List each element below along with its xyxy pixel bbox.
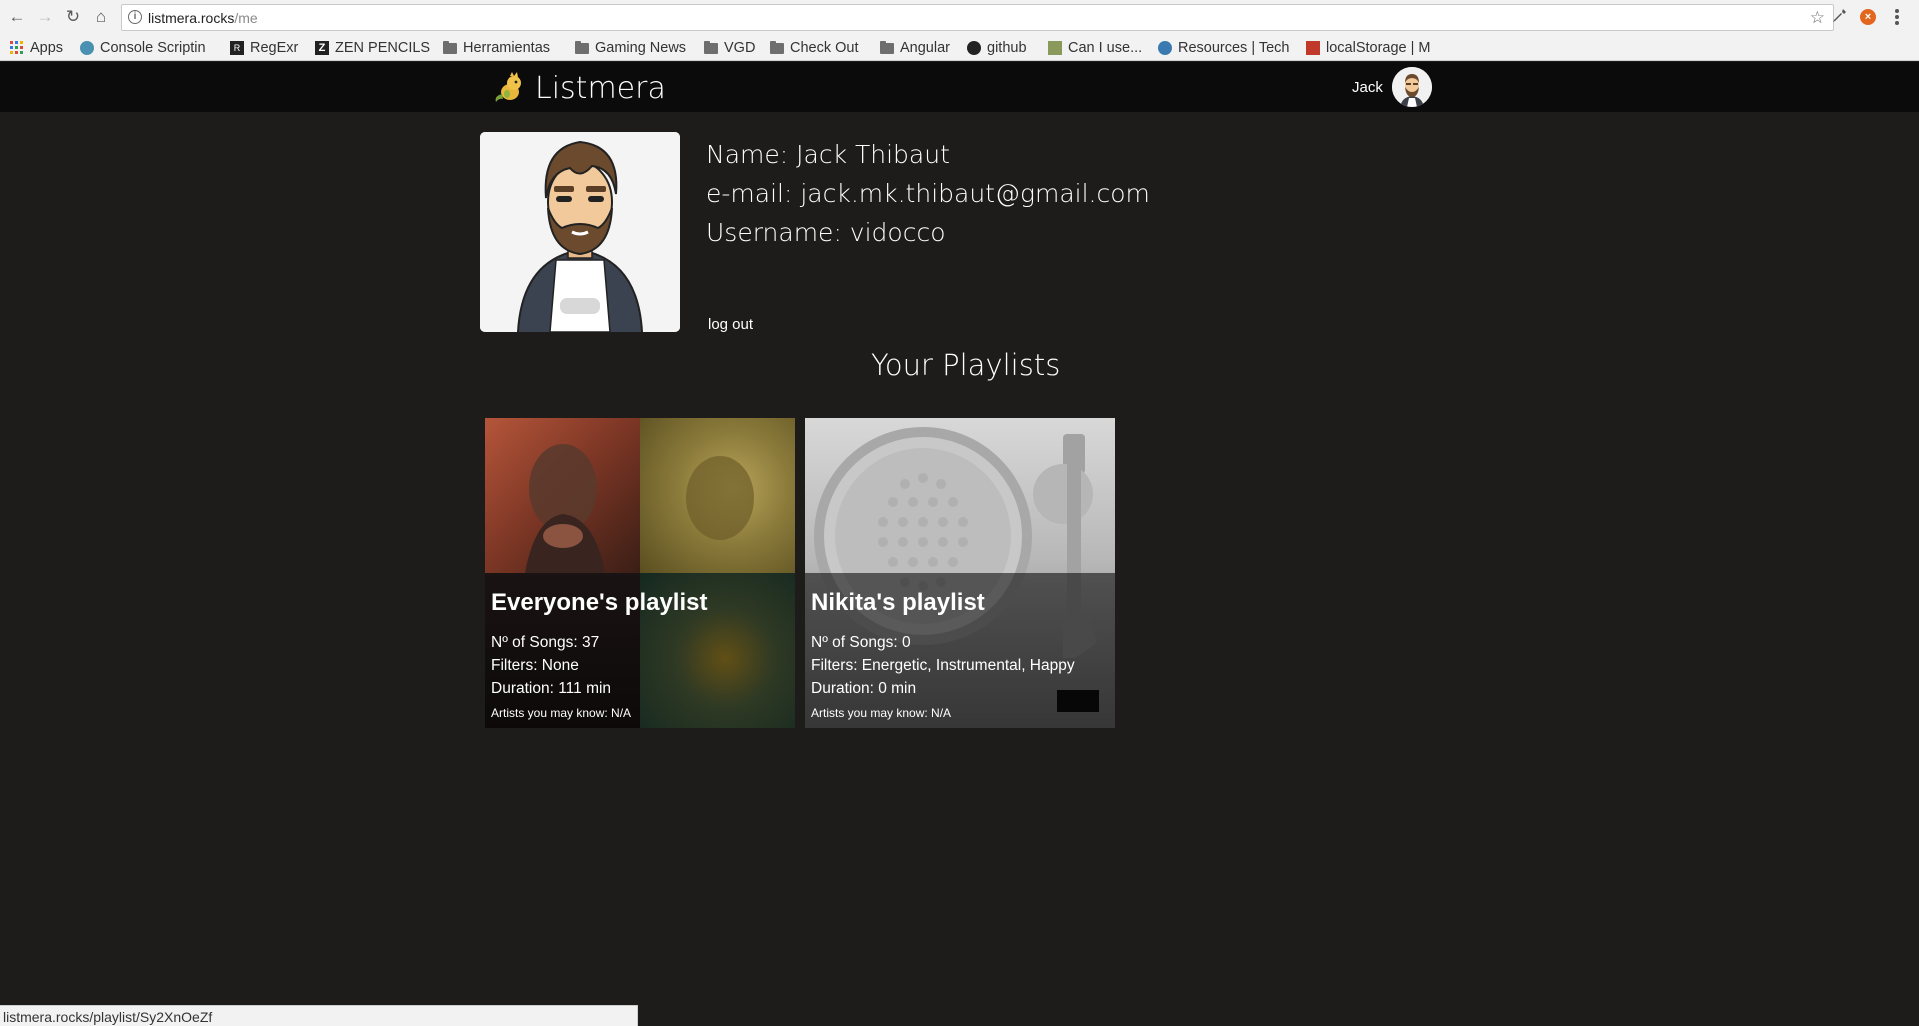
globe-icon: [80, 41, 94, 55]
logout-button[interactable]: log out: [708, 316, 753, 333]
bookmark-label: RegExr: [250, 40, 299, 56]
bookmark-label: github: [987, 40, 1027, 56]
playlist-song-count: Nº of Songs: 0: [811, 634, 911, 651]
url-path: /me: [234, 10, 258, 26]
bookmark-vgd[interactable]: VGD: [704, 38, 755, 58]
bookmark-label: Can I use...: [1068, 40, 1143, 56]
playlist-filters: Filters: None: [491, 657, 579, 674]
caniuse-icon: [1048, 41, 1062, 55]
bookmark-github[interactable]: github: [967, 38, 1027, 58]
browser-menu-icon[interactable]: [1894, 7, 1902, 27]
zen-pencils-icon: Z: [315, 41, 329, 55]
bookmark-gaming-news[interactable]: Gaming News: [575, 38, 686, 58]
profile-email: e-mail: jack.mk.thibaut@gmail.com: [706, 179, 1150, 208]
playlist-info-panel: Nikita's playlist Nº of Songs: 0 Filters…: [805, 573, 1115, 728]
playlist-title: Everyone's playlist: [491, 589, 708, 616]
ublock-extension-icon[interactable]: ×: [1860, 9, 1876, 25]
folder-icon: [704, 40, 718, 54]
bookmark-label: Angular: [900, 40, 950, 56]
playlist-duration: Duration: 111 min: [491, 680, 612, 697]
resources-icon: [1158, 41, 1172, 55]
bookmark-herramientas[interactable]: Herramientas: [443, 38, 550, 58]
playlist-card-everyones[interactable]: Everyone's playlist Nº of Songs: 37 Filt…: [485, 418, 795, 728]
bookmark-can-i-use[interactable]: Can I use...: [1048, 38, 1142, 58]
folder-icon: [575, 40, 589, 54]
bookmark-label: Check Out: [790, 40, 859, 56]
browser-toolbar: ← → ↻ ⌂ i listmera.rocks/me ☆ ×: [0, 0, 1919, 35]
folder-icon: [443, 40, 457, 54]
playlist-title: Nikita's playlist: [811, 589, 985, 616]
folder-icon: [770, 40, 784, 54]
eyedropper-extension-icon[interactable]: [1830, 7, 1850, 27]
bookmarks-bar: Apps Console Scriptin R RegExr Z ZEN PEN…: [0, 36, 1919, 60]
app-brand[interactable]: Listmera: [535, 71, 666, 106]
bookmark-angular[interactable]: Angular: [880, 38, 950, 58]
home-icon[interactable]: ⌂: [90, 6, 112, 28]
bookmark-label: Gaming News: [595, 40, 687, 56]
bookmark-localstorage[interactable]: localStorage | M: [1306, 38, 1431, 58]
playlist-filters: Filters: Energetic, Instrumental, Happy: [811, 657, 1075, 674]
browser-chrome: ← → ↻ ⌂ i listmera.rocks/me ☆ × Apps Con…: [0, 0, 1919, 61]
header-user-name[interactable]: Jack: [1352, 79, 1383, 96]
bookmark-apps[interactable]: Apps: [10, 38, 63, 58]
playlist-card-nikitas[interactable]: Nikita's playlist Nº of Songs: 0 Filters…: [805, 418, 1115, 728]
reload-icon[interactable]: ↻: [62, 6, 84, 28]
mdn-icon: [1306, 41, 1320, 55]
address-url[interactable]: listmera.rocks/me: [148, 10, 258, 26]
site-info-icon[interactable]: i: [128, 10, 142, 24]
bookmark-label: Apps: [30, 40, 64, 56]
header-avatar[interactable]: [1392, 67, 1432, 107]
bookmark-label: localStorage | M: [1326, 40, 1431, 56]
playlist-info-panel: Everyone's playlist Nº of Songs: 37 Filt…: [485, 573, 795, 728]
bookmark-label: Herramientas: [463, 40, 551, 56]
bookmark-zen-pencils[interactable]: Z ZEN PENCILS: [315, 38, 430, 58]
playlists-heading: Your Playlists: [871, 348, 1061, 382]
bookmark-regexr[interactable]: R RegExr: [230, 38, 298, 58]
profile-picture: [480, 132, 680, 332]
bookmark-label: VGD: [724, 40, 756, 56]
forward-arrow-icon[interactable]: →: [34, 6, 56, 28]
back-arrow-icon[interactable]: ←: [6, 6, 28, 28]
playlist-duration: Duration: 0 min: [811, 680, 917, 697]
profile-name: Name: Jack Thibaut: [706, 140, 950, 169]
bookmark-label: Resources | Tech: [1178, 40, 1290, 56]
bookmark-check-out[interactable]: Check Out: [770, 38, 859, 58]
address-bar[interactable]: i listmera.rocks/me ☆: [121, 4, 1834, 31]
profile-username: Username: vidocco: [706, 218, 946, 247]
folder-icon: [880, 40, 894, 54]
bookmark-console-scripting[interactable]: Console Scriptin: [80, 38, 206, 58]
bookmark-label: Console Scriptin: [100, 40, 206, 56]
apps-grid-icon: [10, 41, 23, 54]
github-icon: [967, 41, 981, 55]
bookmark-star-icon[interactable]: ☆: [1810, 8, 1825, 28]
playlist-artists: Artists you may know: N/A: [811, 706, 952, 720]
browser-status-bar: listmera.rocks/playlist/Sy2XnOeZf: [0, 1005, 638, 1026]
playlist-song-count: Nº of Songs: 37: [491, 634, 600, 651]
album-cover-tile: [640, 418, 795, 573]
listmera-logo-icon[interactable]: [490, 70, 526, 106]
bookmark-label: ZEN PENCILS: [335, 40, 431, 56]
bookmark-resources-tech[interactable]: Resources | Tech: [1158, 38, 1290, 58]
album-cover-tile: [485, 418, 640, 573]
regexr-icon: R: [230, 41, 244, 55]
playlist-artists: Artists you may know: N/A: [491, 706, 632, 720]
url-host: listmera.rocks: [148, 10, 235, 26]
app-header: Listmera Jack: [0, 62, 1919, 112]
